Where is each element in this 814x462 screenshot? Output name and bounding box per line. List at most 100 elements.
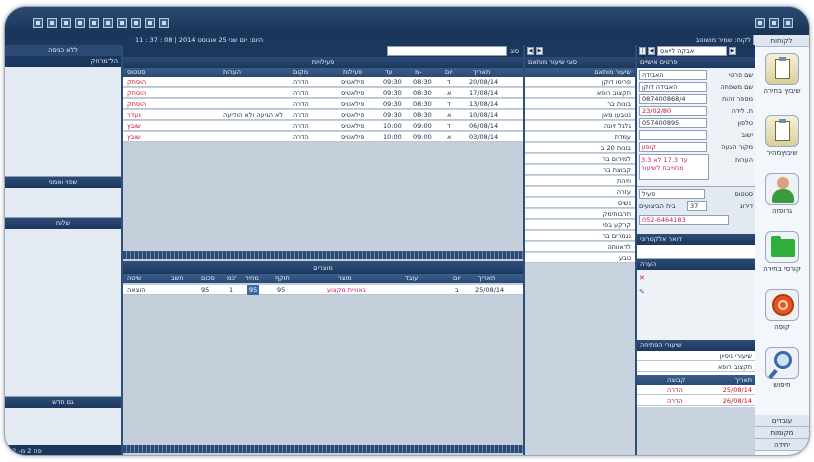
table-row[interactable]: 26/08/14 הדרה [637, 396, 755, 406]
list-item[interactable]: גלגל זיונה [525, 121, 635, 131]
delete-icon[interactable]: ✕ [639, 274, 645, 282]
nav-item-search[interactable]: חיפוש [758, 347, 806, 389]
first-record-button[interactable]: |◀ [639, 47, 646, 60]
dates-header: תאריך קבוצה [637, 375, 755, 385]
column-place: מקום [293, 68, 309, 76]
lesson-label: בונות 20 ב [600, 144, 631, 152]
day-cell: ב [455, 286, 459, 294]
toolbar-button[interactable] [131, 18, 141, 28]
remark-area[interactable]: ✕ ✎ [637, 270, 755, 340]
notes-field[interactable]: 3.3 עד 17.3 לא מחוייבת לשיעור [639, 154, 709, 180]
list-item[interactable]: נשים [525, 198, 635, 208]
price-cell[interactable]: 95 [247, 285, 260, 295]
tab-workers[interactable]: עובדים [754, 415, 809, 427]
filter-select[interactable] [387, 46, 507, 56]
table-row[interactable]: שובץ הדרה פילאטיס 10:00 09:00 א 03/08/14 [123, 132, 523, 142]
city-field[interactable] [639, 130, 707, 140]
list-item[interactable]: לדאוותה [525, 242, 635, 252]
lessons-column-title: שיעור מותאם [594, 68, 631, 76]
maximize-button[interactable] [769, 18, 779, 28]
list-item[interactable]: בונות 20 ב [525, 143, 635, 153]
status-field[interactable]: פעיל [639, 189, 705, 199]
toolbar-button[interactable] [33, 18, 43, 28]
table-row[interactable]: נעדר לא הגיעה ולא הודיעה הדרה פילאטיס 09:30 0… [123, 110, 523, 120]
section-b-list[interactable] [5, 229, 121, 397]
lesson-item-label: תקצוב רופא [717, 363, 752, 371]
column-status: סטטוס [127, 68, 146, 76]
section-a-list[interactable] [5, 188, 121, 218]
prev-button[interactable]: ◀ [527, 47, 534, 55]
nav-item-choice-courses[interactable]: קורסי בחירה [758, 231, 806, 273]
email-field[interactable] [637, 245, 755, 259]
list-item[interactable]: בונות בר [525, 99, 635, 109]
list-item[interactable]: תקצוב רופא [637, 362, 755, 372]
source-field[interactable]: קופון [639, 142, 707, 152]
birth-date-field[interactable]: 23/02/80 [639, 106, 707, 116]
minimize-button[interactable] [755, 18, 765, 28]
to-cell: 09:30 [383, 89, 402, 97]
list-item[interactable]: תקצוב רופא [525, 88, 635, 98]
edit-icon[interactable]: ✎ [639, 288, 645, 296]
first-name-field[interactable]: האבידה [639, 70, 707, 80]
purchases-scrollbar[interactable] [123, 445, 523, 453]
table-row[interactable]: 25/08/14 הדרה [637, 385, 755, 395]
prev-record-button[interactable]: ◀ [648, 47, 655, 55]
list-item[interactable]: קרקע בפי [525, 220, 635, 230]
list-item[interactable]: קבוצת בר [525, 165, 635, 175]
client-nav-input[interactable]: אבקה לייאס [657, 46, 727, 56]
last-name-field[interactable]: האבידה דוקן [639, 82, 707, 92]
table-row[interactable]: הוסתק הדרה פילאטיס 09:30 08:30 ד 20/08/14 [123, 77, 523, 87]
column-day: יום [445, 68, 453, 76]
day-cell: א [447, 133, 452, 141]
activities-column-headers: סטטוס הערות מקום פעילות עד מ- יום תאריך [123, 68, 523, 77]
left-panel-list[interactable] [5, 67, 121, 177]
list-item[interactable]: למירום בר [525, 154, 635, 164]
section-b-header: שלוח [5, 218, 121, 229]
to-cell: 09:30 [383, 78, 402, 86]
toolbar-button[interactable] [75, 18, 85, 28]
list-item[interactable]: תרבותימק [525, 209, 635, 219]
tab-unit[interactable]: יחידה [754, 439, 809, 451]
column-calc: חשב [171, 274, 184, 282]
id-number-field[interactable]: 087400868/4 [639, 94, 707, 104]
list-item[interactable]: עזרה [525, 187, 635, 197]
list-item[interactable]: נטבעו מאן [525, 110, 635, 120]
toolbar-button[interactable] [117, 18, 127, 28]
table-row[interactable]: הוסתק הדרה פילאטיס 09:30 08:30 ד 13/08/14 [123, 99, 523, 109]
table-row[interactable]: שובץ הדרה פילאטיס 10:00 09:00 ד 06/08/14 [123, 121, 523, 131]
next-button[interactable]: ▶ [536, 47, 543, 55]
toolbar-button[interactable] [47, 18, 57, 28]
activity-cell: פילאטיס [341, 111, 365, 119]
mobile-field[interactable]: 052-6464183 [639, 215, 729, 225]
toolbar-button[interactable] [89, 18, 99, 28]
clipboard-icon [765, 53, 799, 85]
toolbar-button[interactable] [159, 18, 169, 28]
dates-list: 25/08/14 הדרה 26/08/14 הדרה [637, 385, 755, 407]
phone-field[interactable]: 057400895 [639, 118, 707, 128]
toolbar-button[interactable] [61, 18, 71, 28]
activity-cell: פילאטיס [341, 78, 365, 86]
table-row[interactable]: הוצאה 95 1 95 95 גאוויית מקצוע ב 25/08/1… [123, 285, 523, 295]
nav-item-groups[interactable]: גרופזה [758, 173, 806, 215]
list-item[interactable]: טבע [525, 253, 635, 263]
list-item[interactable]: עמדת [525, 132, 635, 142]
client-panel: |◀ ◀ אבקה לייאס ▶ פרטים אישיים האבידה שם… [637, 45, 755, 455]
activities-scrollbar[interactable] [123, 251, 523, 259]
nav-item-cashier[interactable]: קופה [758, 289, 806, 331]
tab-places[interactable]: מקומות [754, 427, 809, 439]
table-row[interactable]: הוסתק הדרה פילאטיס 09:30 08:30 א 17/08/14 [123, 88, 523, 98]
next-record-button[interactable]: ▶ [729, 47, 736, 55]
list-item[interactable]: פרימו דוקן [525, 77, 635, 87]
new-section-list[interactable] [5, 408, 121, 446]
list-item[interactable]: וזיהת [525, 176, 635, 186]
nav-item-choice-schedule[interactable]: שיבוץ בחירה [758, 53, 806, 95]
toolbar-button[interactable] [103, 18, 113, 28]
lesson-label: למירום בר [602, 155, 631, 163]
close-button[interactable] [783, 18, 793, 28]
nav-item-quick-schedule[interactable]: שיבוץמהיר [758, 115, 806, 157]
rank-field[interactable]: 37 [687, 201, 707, 211]
list-item[interactable]: שיעורי ניסיון [637, 351, 755, 361]
list-item[interactable]: נגמרים בר [525, 231, 635, 241]
lesson-label: תרבותימק [602, 210, 631, 218]
toolbar-button[interactable] [145, 18, 155, 28]
